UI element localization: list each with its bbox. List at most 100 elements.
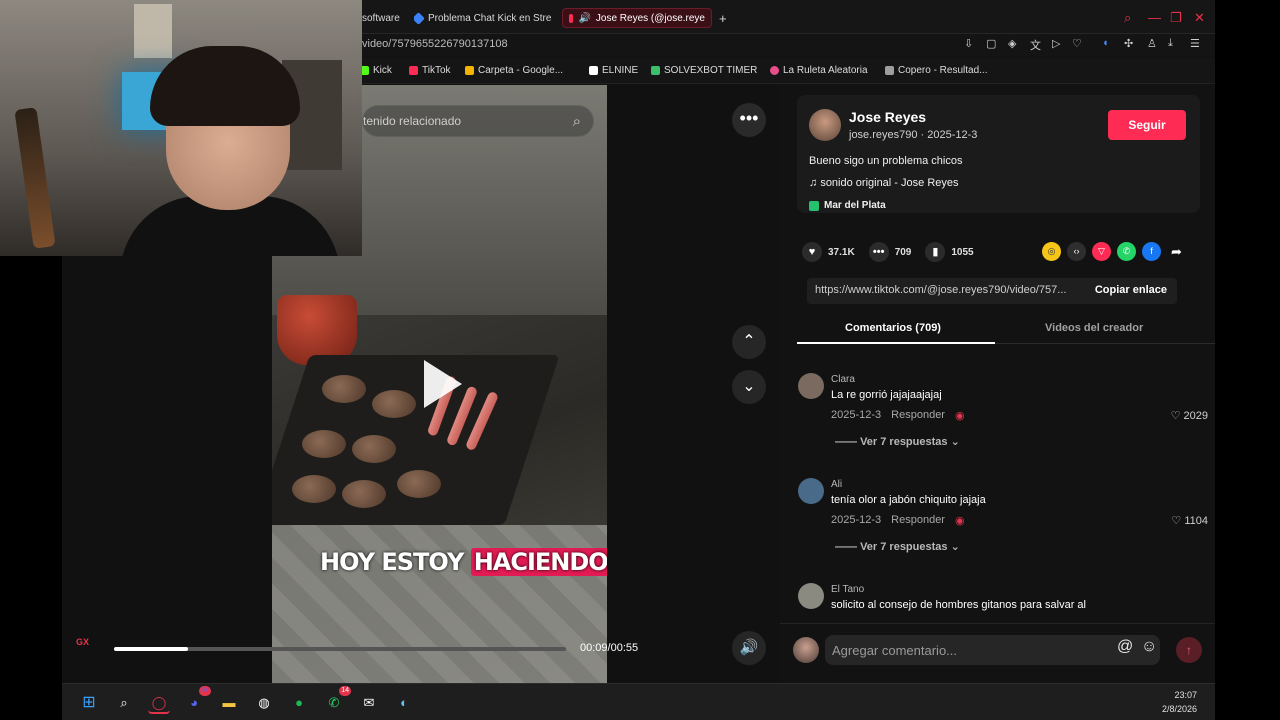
- bookmark-elnine[interactable]: ELNINE: [589, 65, 638, 76]
- bookmark-tiktok[interactable]: TikTok: [409, 65, 451, 76]
- bookmark-kick[interactable]: Kick: [360, 65, 392, 76]
- music-link[interactable]: ♫ sonido original - Jose Reyes: [809, 177, 959, 189]
- shield-icon[interactable]: ◈: [1008, 37, 1016, 50]
- comment-button[interactable]: ••• 709: [868, 242, 912, 262]
- commenter-avatar[interactable]: [798, 478, 824, 504]
- roulette-icon: [770, 66, 779, 75]
- tab-problema-chat[interactable]: Problema Chat Kick en Stre: [414, 8, 552, 28]
- file-explorer-icon[interactable]: ▬: [218, 692, 240, 714]
- wall-poster: [134, 4, 172, 58]
- minimize-icon[interactable]: —: [1148, 10, 1161, 25]
- windows-start-icon[interactable]: ⊞: [78, 692, 100, 714]
- view-replies[interactable]: —— Ver 7 respuestas ⌄: [835, 435, 960, 448]
- puzzle-icon[interactable]: ✣: [1124, 37, 1133, 50]
- whatsapp-icon[interactable]: ✆ 14: [323, 686, 351, 714]
- obs-icon[interactable]: ◍: [253, 692, 275, 714]
- comment-bar: @ ☺ ↑: [780, 623, 1215, 683]
- copy-link-button[interactable]: Copiar enlace: [1095, 284, 1167, 296]
- like-count: 37.1K: [828, 246, 855, 258]
- close-icon[interactable]: ✕: [1194, 10, 1205, 26]
- facebook-icon[interactable]: f: [1142, 242, 1161, 261]
- next-video-button[interactable]: ⌄: [732, 370, 766, 404]
- diamond-icon: [414, 11, 425, 25]
- steam-icon[interactable]: ◐: [393, 692, 415, 714]
- commenter-avatar[interactable]: [798, 373, 824, 399]
- volume-button[interactable]: 🔊: [732, 631, 766, 665]
- bookmark-solvexbot[interactable]: SOLVEXBOT TIMER: [651, 65, 757, 76]
- comment-like[interactable]: ♡ 1104: [1171, 514, 1208, 527]
- share-icon[interactable]: ➦: [1167, 242, 1186, 261]
- screenshot-icon[interactable]: ▢: [986, 37, 996, 50]
- comment-text: tenía olor a jabón chiquito jajaja: [831, 494, 986, 506]
- like-button[interactable]: ♥ 37.1K: [802, 242, 855, 262]
- send-comment-button[interactable]: ↑: [1176, 637, 1202, 663]
- comment-like[interactable]: ♡ 2029: [1171, 409, 1208, 422]
- comment-count: 709: [894, 246, 912, 258]
- more-options-button[interactable]: •••: [732, 103, 766, 137]
- progress-fill: [114, 647, 189, 651]
- video-progress-bar[interactable]: [114, 647, 566, 651]
- search-icon[interactable]: ⌕: [573, 113, 581, 130]
- related-search[interactable]: tenido relacionado ⌕: [362, 105, 594, 137]
- save-button[interactable]: ▮ 1055: [925, 242, 974, 262]
- tab-label: Problema Chat Kick en Stre: [428, 12, 552, 24]
- app-icon[interactable]: ✉: [358, 692, 380, 714]
- emoji-icon[interactable]: ☺: [1141, 638, 1157, 656]
- spotify-icon[interactable]: ●: [288, 692, 310, 714]
- heart-icon[interactable]: ♡: [1072, 37, 1082, 50]
- whatsapp-icon[interactable]: ✆: [1117, 242, 1136, 261]
- heart-outline-icon: ♡: [1170, 410, 1184, 422]
- commenter-name[interactable]: El Tano: [831, 584, 864, 595]
- pin-icon[interactable]: ⇩: [964, 37, 973, 50]
- speaker-icon: 🔊: [578, 12, 591, 24]
- url-field[interactable]: video/7579655226790137108: [362, 38, 508, 50]
- tab-comments[interactable]: Comentarios (709): [845, 322, 941, 334]
- extension-icon[interactable]: ◖: [1102, 37, 1109, 49]
- send-to-friends-icon[interactable]: ▽: [1092, 242, 1111, 261]
- download-icon[interactable]: ⤓: [1168, 37, 1173, 50]
- author-avatar[interactable]: [809, 109, 841, 141]
- profile-icon[interactable]: ♙: [1147, 37, 1157, 50]
- author-name[interactable]: Jose Reyes: [849, 109, 926, 125]
- bookmark-ruleta[interactable]: La Ruleta Aleatoria: [770, 65, 868, 76]
- coin-icon[interactable]: ◎: [1042, 242, 1061, 261]
- tab-jose-reyes[interactable]: 🔊 Jose Reyes (@jose.reye: [562, 8, 712, 28]
- tiktok-icon: [409, 66, 418, 75]
- commenter-avatar[interactable]: [798, 583, 824, 609]
- clock-date: 2/8/2026: [1161, 704, 1197, 714]
- bookmark-copero[interactable]: Copero - Resultad...: [885, 65, 988, 76]
- play-icon[interactable]: [424, 360, 462, 408]
- bookmark-icon: ▮: [925, 242, 946, 262]
- menu-icon[interactable]: ☰: [1190, 37, 1200, 50]
- tab-software[interactable]: software: [362, 8, 402, 28]
- tab-creator-videos[interactable]: Videos del creador: [1045, 322, 1143, 334]
- mention-icon[interactable]: @: [1117, 638, 1133, 656]
- video-link[interactable]: https://www.tiktok.com/@jose.reyes790/vi…: [815, 284, 1090, 296]
- reply-button[interactable]: Responder: [891, 409, 945, 422]
- commenter-name[interactable]: Ali: [831, 479, 842, 490]
- discord-icon[interactable]: ◕ 9+: [183, 686, 211, 714]
- bookmark-carpeta[interactable]: Carpeta - Google...: [465, 65, 563, 76]
- search-tabs-icon[interactable]: ⌕: [1124, 10, 1131, 26]
- comment-input[interactable]: [825, 635, 1160, 665]
- location-tag[interactable]: Mar del Plata: [809, 200, 886, 211]
- previous-video-button[interactable]: ⌃: [732, 325, 766, 359]
- burger-patty: [352, 435, 396, 463]
- new-tab-button[interactable]: +: [719, 8, 727, 28]
- follow-button[interactable]: Seguir: [1108, 110, 1186, 140]
- reply-button[interactable]: Responder: [891, 514, 945, 527]
- guitar: [14, 107, 56, 249]
- send-icon[interactable]: ▷: [1052, 37, 1060, 50]
- video-caption: HOY ESTOY HACIENDO: [320, 548, 607, 576]
- search-icon[interactable]: ⌕: [113, 692, 135, 714]
- view-replies[interactable]: —— Ver 7 respuestas ⌄: [835, 540, 960, 553]
- restore-icon[interactable]: ❐: [1170, 10, 1182, 26]
- embed-icon[interactable]: ‹›: [1067, 242, 1086, 261]
- system-clock[interactable]: 23:07 2/8/2026: [1162, 688, 1197, 716]
- tiktok-icon: [569, 13, 574, 23]
- commenter-name[interactable]: Clara: [831, 374, 855, 385]
- heart-outline-icon: ♡: [1171, 515, 1185, 527]
- translate-icon[interactable]: 文: [1030, 37, 1041, 53]
- comment-item: Clara La re gorrió jajajaajajaj 2025-12-…: [798, 373, 1208, 453]
- opera-gx-icon[interactable]: ◯: [148, 692, 170, 714]
